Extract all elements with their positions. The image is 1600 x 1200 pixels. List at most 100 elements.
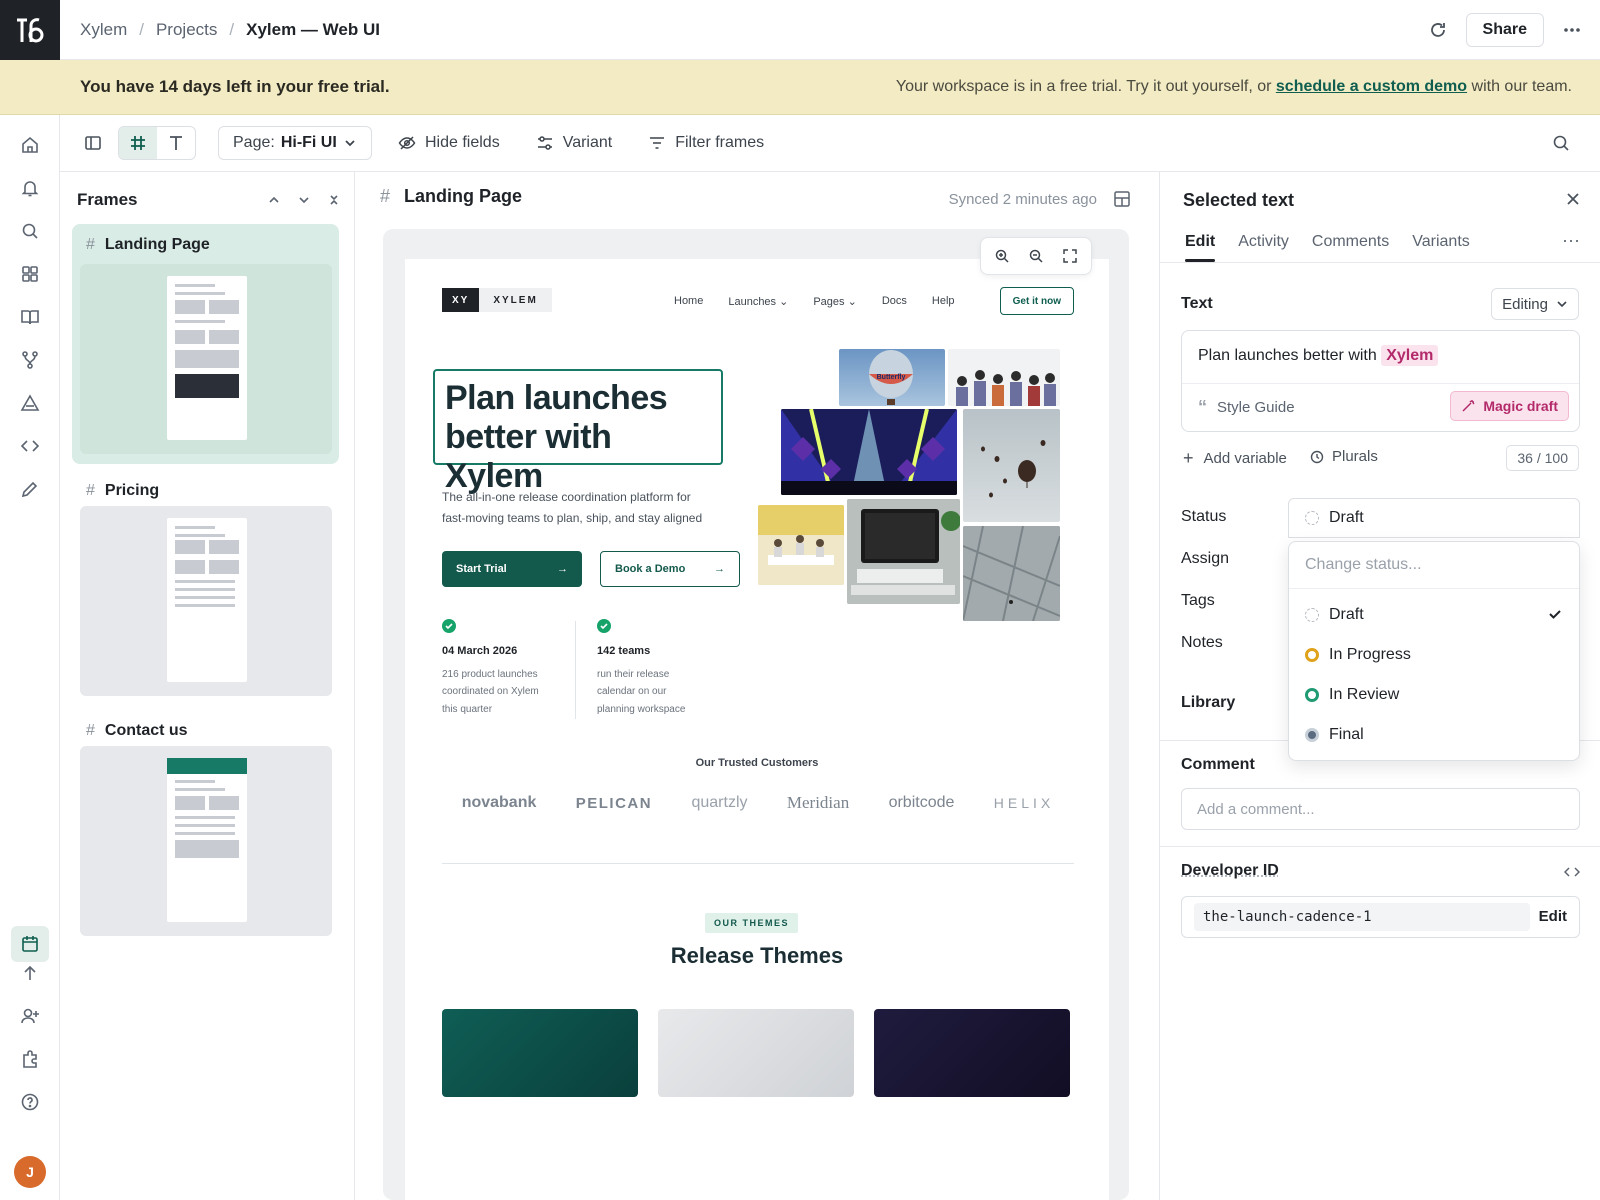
upload-icon[interactable] — [18, 961, 42, 985]
site-nav-pages[interactable]: Pages ⌄ — [813, 295, 856, 308]
chevron-up-icon[interactable] — [266, 192, 282, 208]
search-icon[interactable] — [18, 219, 42, 243]
chevron-down-icon[interactable] — [296, 192, 312, 208]
grid-icon[interactable] — [18, 262, 42, 286]
status-option-in-review[interactable]: In Review — [1305, 686, 1399, 704]
hero-heading[interactable]: Plan launches better with Xylem — [433, 369, 723, 495]
warning-icon[interactable] — [18, 391, 42, 415]
status-option-label: Final — [1329, 726, 1364, 743]
breadcrumb-workspace[interactable]: Xylem — [80, 20, 127, 40]
calendar-icon[interactable] — [11, 926, 49, 962]
get-it-now-button[interactable]: Get it now — [999, 287, 1074, 315]
clock-icon — [1310, 450, 1324, 464]
plus-icon: + — [1183, 448, 1194, 468]
share-button[interactable]: Share — [1465, 13, 1544, 47]
status-option-label: Draft — [1329, 606, 1364, 623]
theme-card-teal[interactable] — [442, 1009, 638, 1097]
sliders-icon — [536, 134, 554, 152]
more-icon[interactable]: ··· — [1562, 230, 1580, 251]
filter-frames-label: Filter frames — [675, 134, 765, 151]
site-logo: XY XYLEM — [442, 288, 552, 312]
customer-logo: Meridian — [786, 793, 850, 812]
site-nav-home[interactable]: Home — [674, 295, 703, 307]
customer-logo: orbitcode — [888, 794, 955, 811]
theme-card-dark[interactable] — [874, 1009, 1070, 1097]
sidebar-toggle-icon[interactable] — [74, 126, 112, 160]
editing-select[interactable]: Editing — [1491, 288, 1579, 320]
avatar[interactable]: J — [14, 1156, 46, 1188]
site-nav-launches[interactable]: Launches ⌄ — [728, 295, 788, 308]
hide-fields-button[interactable]: Hide fields — [398, 134, 500, 152]
pencil-icon[interactable] — [18, 477, 42, 501]
schedule-demo-link[interactable]: schedule a custom demo — [1276, 78, 1467, 95]
status-select[interactable]: Draft — [1288, 498, 1580, 538]
final-status-icon — [1305, 728, 1319, 742]
comment-input[interactable]: Add a comment... — [1181, 788, 1580, 830]
top-bar: Xylem / Projects / Xylem — Web UI Share — [0, 0, 1600, 60]
frame-card-contact-us[interactable]: # Contact us — [72, 710, 339, 940]
book-icon[interactable] — [18, 305, 42, 329]
arrow-right-icon: → — [714, 563, 725, 575]
divider — [575, 621, 576, 719]
tab-comments[interactable]: Comments — [1312, 222, 1389, 262]
collapse-icon[interactable] — [326, 192, 342, 208]
eye-off-icon — [398, 134, 416, 152]
text-view-icon[interactable] — [157, 127, 195, 159]
add-variable-button[interactable]: + Add variable — [1183, 448, 1287, 469]
variant-button[interactable]: Variant — [536, 134, 612, 152]
check-circle-icon — [597, 619, 611, 633]
magic-draft-button[interactable]: Magic draft — [1450, 391, 1569, 421]
breadcrumb-projects[interactable]: Projects — [156, 20, 217, 40]
text-value-box[interactable]: Plan launches better with Xylem “ Style G… — [1181, 330, 1580, 432]
close-icon[interactable] — [1564, 190, 1582, 208]
layout-icon[interactable] — [1113, 190, 1131, 208]
start-trial-button[interactable]: Start Trial → — [442, 551, 582, 587]
frame-view-hash-icon[interactable] — [119, 127, 157, 159]
tab-activity[interactable]: Activity — [1238, 222, 1289, 262]
page-select[interactable]: Page: Hi-Fi UI — [218, 126, 372, 160]
bell-icon[interactable] — [18, 176, 42, 200]
site-nav-help[interactable]: Help — [932, 295, 955, 307]
themes-badge: OUR THEMES — [705, 913, 799, 933]
frame-card-landing-page[interactable]: # Landing Page — [72, 224, 339, 464]
help-icon[interactable] — [18, 1090, 42, 1114]
filter-frames-button[interactable]: Filter frames — [648, 134, 764, 152]
plurals-button[interactable]: Plurals — [1310, 448, 1378, 465]
site-nav-docs[interactable]: Docs — [882, 295, 907, 307]
tab-variants[interactable]: Variants — [1412, 222, 1470, 262]
stat-line: 216 product launches — [442, 668, 538, 680]
frame-name: Landing Page — [104, 236, 210, 253]
fullscreen-icon[interactable] — [1055, 241, 1085, 271]
site-logo-text: XYLEM — [479, 288, 552, 312]
tab-edit[interactable]: Edit — [1185, 222, 1216, 262]
code-icon[interactable] — [18, 434, 42, 458]
assign-label: Assign — [1181, 550, 1230, 567]
more-icon[interactable] — [1562, 20, 1582, 40]
status-search-input[interactable]: Change status... — [1305, 556, 1422, 574]
status-option-final[interactable]: Final — [1305, 726, 1364, 744]
frame-card-pricing[interactable]: # Pricing — [72, 470, 339, 700]
status-option-draft[interactable]: Draft — [1305, 606, 1364, 624]
status-option-in-progress[interactable]: In Progress — [1305, 646, 1411, 664]
zoom-out-icon[interactable] — [1021, 241, 1051, 271]
sync-status: Synced 2 minutes ago — [948, 190, 1097, 208]
search-icon[interactable] — [1542, 126, 1580, 160]
style-guide-button[interactable]: “ Style Guide — [1198, 397, 1295, 418]
app-logo[interactable] — [0, 0, 60, 60]
text-value-variable[interactable]: Xylem — [1381, 345, 1439, 366]
page-select-prefix: Page: — [233, 134, 275, 151]
theme-card-light[interactable] — [658, 1009, 854, 1097]
branch-icon[interactable] — [18, 348, 42, 372]
add-user-icon[interactable] — [18, 1004, 42, 1028]
refresh-icon[interactable] — [1428, 20, 1448, 40]
hero-subtitle: The all-in-one release coordination plat… — [442, 487, 742, 529]
puzzle-icon[interactable] — [18, 1047, 42, 1071]
developer-id-value[interactable]: the-launch-cadence-1 — [1194, 903, 1530, 931]
zoom-in-icon[interactable] — [987, 241, 1017, 271]
home-icon[interactable] — [18, 133, 42, 157]
book-demo-button[interactable]: Book a Demo → — [600, 551, 740, 587]
photo-balloons-sky — [963, 409, 1060, 522]
developer-id-edit-button[interactable]: Edit — [1539, 908, 1567, 925]
photo-office-meeting — [758, 505, 844, 585]
code-icon[interactable] — [1564, 864, 1580, 880]
